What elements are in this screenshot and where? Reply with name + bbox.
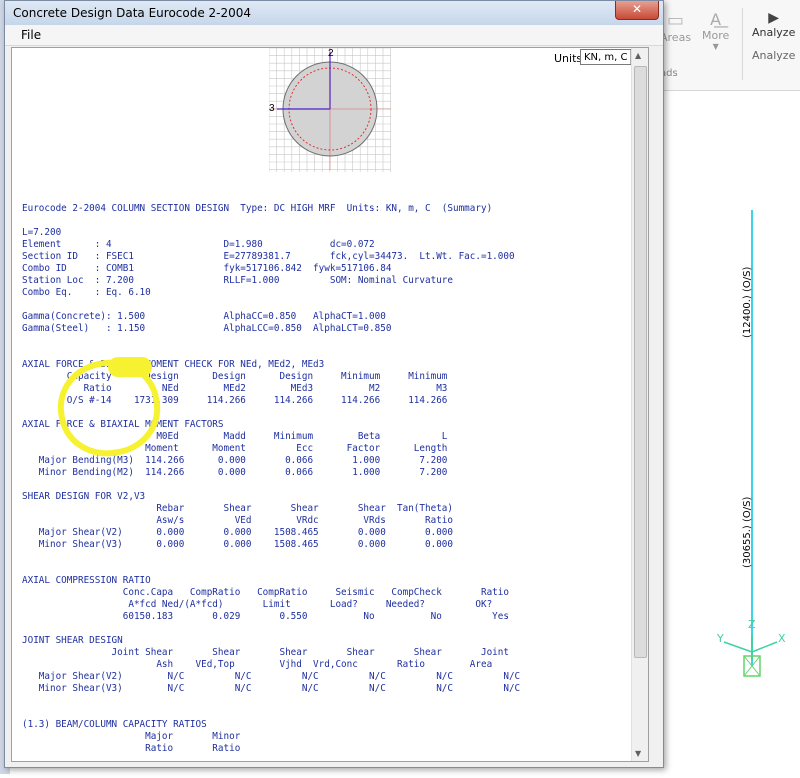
areas-icon: ▭ [667, 10, 685, 31]
axis-y-label: Y [717, 632, 724, 645]
report-line: Minor Shear(V3) N/C N/C N/C N/C N/C N/C [22, 683, 521, 694]
report-line [22, 695, 520, 707]
model-upper-label: (12400.) (O/S) [742, 266, 753, 338]
model-column-drawing [723, 210, 778, 677]
report-line: Minor Shear(V3) 0.000 0.000 1508.465 0.0… [22, 539, 453, 550]
scroll-down-icon[interactable]: ▼ [635, 749, 641, 758]
close-button[interactable]: ✕ [615, 1, 659, 20]
report-line [22, 299, 520, 311]
report-line: Major Bending(M3) 114.266 0.000 0.066 1.… [22, 455, 448, 466]
report-line: (1.3) BEAM/COLUMN CAPACITY RATIOS [22, 719, 207, 730]
report-line: Minor Bending(M2) 114.266 0.000 0.066 1.… [22, 467, 448, 478]
menu-file[interactable]: File [21, 28, 41, 42]
report-line: Major Shear(V2) N/C N/C N/C N/C N/C N/C [22, 671, 521, 682]
report-line: Eurocode 2-2004 COLUMN SECTION DESIGN Ty… [22, 203, 493, 214]
axis-2-label: 2 [328, 48, 334, 59]
report-line: Gamma(Concrete): 1.500 AlphaCC=0.850 Alp… [22, 311, 386, 322]
report-line: Station Loc : 7.200 RLLF=1.000 SOM: Nomi… [22, 275, 453, 286]
background-ribbon: ▭ Areas A͟ More ▼ ▶ Analyze Analyze ads [658, 0, 800, 91]
ribbon-more-button[interactable]: A͟ More ▼ [702, 10, 729, 51]
report-line: Element : 4 D=1.980 dc=0.072 [22, 239, 375, 250]
scrollbar-thumb[interactable] [634, 66, 647, 658]
units-label: Units [554, 52, 583, 65]
report-line: Conc.Capa CompRatio CompRatio Seismic Co… [22, 587, 509, 598]
report-line: A*fcd Ned/(A*fcd) Limit Load? Needed? OK… [22, 599, 493, 610]
design-report-text: Eurocode 2-2004 COLUMN SECTION DESIGN Ty… [22, 203, 520, 755]
report-line: Ash VEd,Top Vjhd Vrd,Conc Ratio Area [22, 659, 493, 670]
report-line: Combo Eq. : Eq. 6.10 [22, 287, 151, 298]
report-line: AXIAL COMPRESSION RATIO [22, 575, 151, 586]
report-line [22, 551, 520, 563]
ribbon-separator [742, 8, 743, 80]
report-line: Rebar Shear Shear Shear Tan(Theta) [22, 503, 453, 514]
ribbon-analyze-button[interactable]: ▶ Analyze Analyze [752, 10, 795, 62]
window-title: Concrete Design Data Eurocode 2-2004 [13, 6, 252, 20]
axis-3-label: 3 [269, 103, 275, 114]
report-line: Ratio Ratio [22, 743, 241, 754]
report-line: Major Shear(V2) 0.000 0.000 1508.465 0.0… [22, 527, 453, 538]
report-line [22, 623, 520, 635]
menu-bar: File [5, 25, 663, 46]
report-line [22, 347, 520, 359]
report-line: JOINT SHEAR DESIGN [22, 635, 123, 646]
units-value: KN, m, C [584, 52, 628, 63]
report-line: SHEAR DESIGN FOR V2,V3 [22, 491, 146, 502]
background-model-view: (12400.) (O/S) (30655.) (O/S) Z Y X [662, 90, 800, 774]
axis-z-label: Z [748, 618, 756, 631]
column-section-figure: 2 3 [269, 48, 391, 172]
report-panel: Units KN, m, C ▼ 2 3 Eurocode 2-2004 COL… [11, 47, 649, 762]
chevron-down-icon: ▼ [712, 42, 719, 51]
close-icon: ✕ [631, 2, 643, 16]
play-icon: ▶ [768, 10, 780, 26]
report-line: Section ID : FSEC1 E=27789381.7 fck,cyl=… [22, 251, 515, 262]
report-line: Joint Shear Shear Shear Shear Shear Join… [22, 647, 509, 658]
axis-x-label: X [778, 632, 786, 645]
ribbon-areas-button[interactable]: ▭ Areas [660, 10, 691, 44]
scroll-up-icon[interactable]: ▲ [635, 51, 641, 60]
report-line: L=7.200 [22, 227, 62, 238]
vertical-scrollbar[interactable]: ▲ ▼ [631, 48, 648, 761]
report-line [22, 563, 520, 575]
more-icon: A͟ [710, 10, 722, 29]
report-line: Asw/s VEd VRdc VRds Ratio [22, 515, 453, 526]
concrete-design-data-window: Concrete Design Data Eurocode 2-2004 ✕ F… [4, 0, 664, 768]
report-line: Major Minor [22, 731, 241, 742]
report-line: Combo ID : COMB1 fyk=517106.842 fywk=517… [22, 263, 392, 274]
report-line [22, 479, 520, 491]
model-lower-label: (30655.) (O/S) [742, 496, 753, 568]
report-line: 60150.183 0.029 0.550 No No Yes [22, 611, 509, 622]
report-line: Gamma(Steel) : 1.150 AlphaLCC=0.850 Alph… [22, 323, 392, 334]
report-line [22, 707, 520, 719]
window-titlebar[interactable]: Concrete Design Data Eurocode 2-2004 ✕ [5, 1, 663, 25]
report-line [22, 335, 520, 347]
report-line [22, 215, 520, 227]
